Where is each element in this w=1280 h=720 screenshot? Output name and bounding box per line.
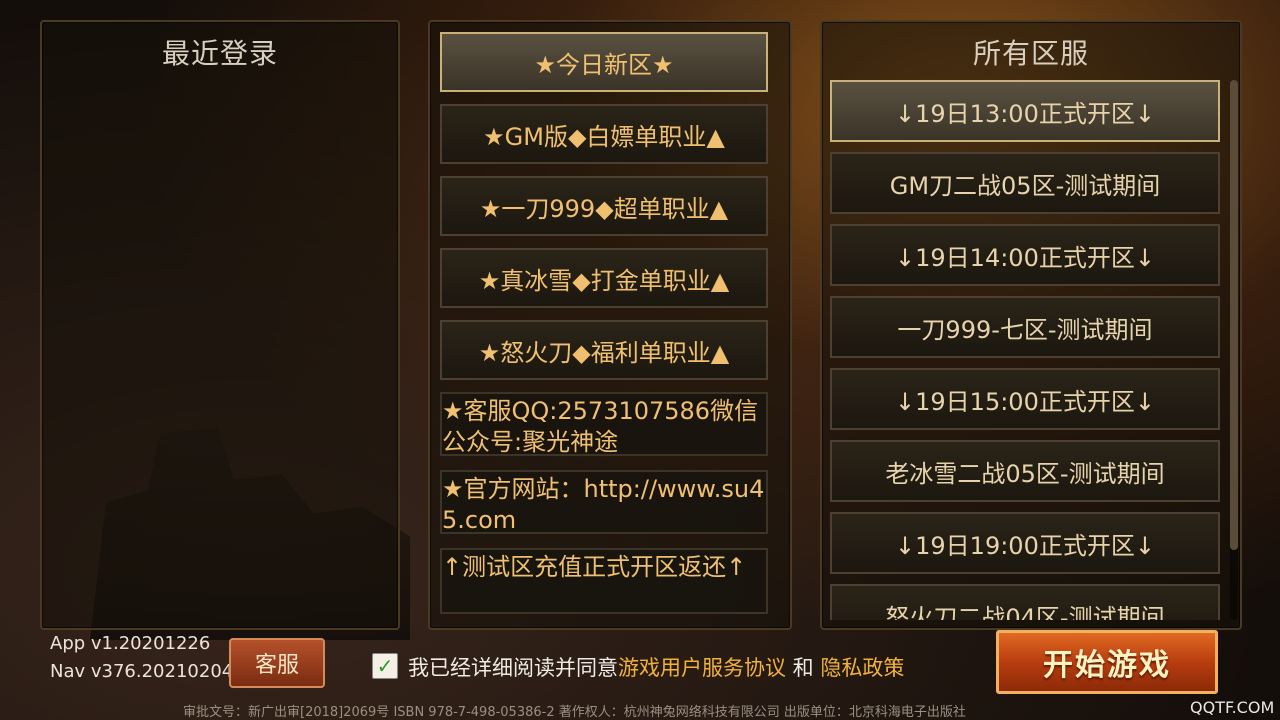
server-list-scrollbar[interactable] [1230,80,1238,620]
recharge-refund-note[interactable]: ↑测试区充值正式开区返还↑ [440,548,768,614]
agreement-checkbox[interactable]: ✓ [372,653,398,679]
server-list[interactable]: ↓19日13:00正式开区↓ GM刀二战05区-测试期间 ↓19日14:00正式… [830,80,1222,620]
server-item[interactable]: ↓19日14:00正式开区↓ [830,224,1220,286]
privacy-policy-link[interactable]: 隐私政策 [820,656,904,680]
support-contact-note[interactable]: ★客服QQ:2573107586微信公众号:聚光神途 [440,392,768,456]
category-fury-blade[interactable]: ★怒火刀◆福利单职业▲ [440,320,768,380]
recent-login-panel: 最近登录 [40,20,400,630]
category-gm-version[interactable]: ★GM版◆白嫖单职业▲ [440,104,768,164]
site-watermark: QQTF.COM [1190,698,1275,717]
start-game-button[interactable]: 开始游戏 [996,630,1218,694]
official-site-note[interactable]: ★官方网站：http://www.su45.com [440,470,768,534]
server-item[interactable]: ↓19日19:00正式开区↓ [830,512,1220,574]
agreement-and: 和 [786,656,821,680]
server-item[interactable]: 一刀999-七区-测试期间 [830,296,1220,358]
server-item[interactable]: GM刀二战05区-测试期间 [830,152,1220,214]
server-category-panel: ★今日新区★ ★GM版◆白嫖单职业▲ ★一刀999◆超单职业▲ ★真冰雪◆打金单… [428,20,792,630]
category-one-blade-999[interactable]: ★一刀999◆超单职业▲ [440,176,768,236]
nav-version: Nav v376.20210204 [50,661,234,682]
category-today-new[interactable]: ★今日新区★ [440,32,768,92]
all-servers-title: 所有区服 [972,37,1089,70]
agreement-text: 我已经详细阅读并同意游戏用户服务协议 和 隐私政策 [408,652,904,682]
recent-login-title: 最近登录 [161,37,278,70]
checkmark-icon: ✓ [376,654,394,678]
server-item[interactable]: 老冰雪二战05区-测试期间 [830,440,1220,502]
app-version: App v1.20201226 [50,633,211,654]
customer-service-button[interactable]: 客服 [229,638,325,688]
scrollbar-thumb[interactable] [1230,80,1238,550]
server-item[interactable]: 怒火刀二战04区-测试期间 [830,584,1220,620]
category-ice-snow[interactable]: ★真冰雪◆打金单职业▲ [440,248,768,308]
user-service-agreement-link[interactable]: 游戏用户服务协议 [618,656,786,680]
agreement-prefix: 我已经详细阅读并同意 [408,656,618,680]
license-footer: 审批文号：新广出审[2018]2069号 ISBN 978-7-498-0538… [183,705,966,720]
all-servers-panel: 所有区服 ↓19日13:00正式开区↓ GM刀二战05区-测试期间 ↓19日14… [820,20,1242,630]
server-item[interactable]: ↓19日15:00正式开区↓ [830,368,1220,430]
server-item[interactable]: ↓19日13:00正式开区↓ [830,80,1220,142]
